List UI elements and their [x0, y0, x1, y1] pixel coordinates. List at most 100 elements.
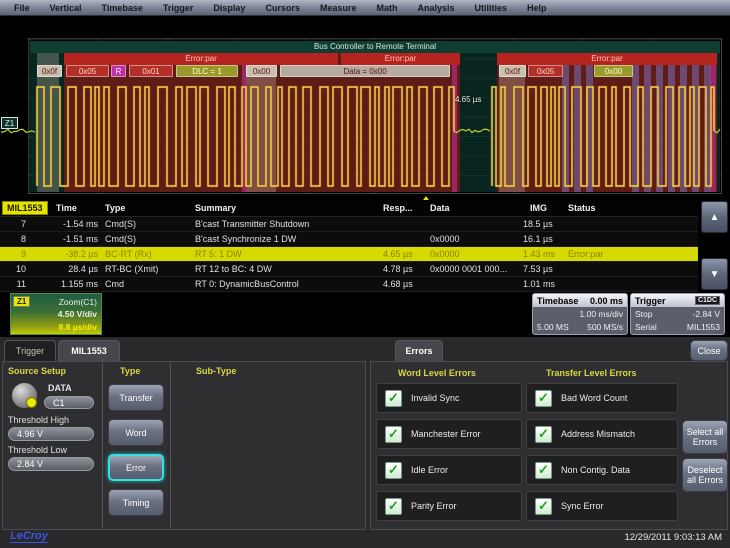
checkbox-address-mismatch[interactable]: ✓Address Mismatch	[526, 419, 678, 449]
checkbox-invalid-sync[interactable]: ✓Invalid Sync	[376, 383, 522, 413]
zoom-trace-descriptor[interactable]: Z1 Zoom(C1) 4.50 V/div 8.8 µs/div	[10, 293, 102, 335]
panel-separator-1	[102, 363, 103, 528]
oscilloscope-screen: FileVerticalTimebaseTriggerDisplayCursor…	[0, 0, 730, 548]
bit-highlight-stripe	[562, 53, 569, 192]
cell-resp: 4.68 µs	[380, 279, 427, 289]
table-row[interactable]: 8-1.51 msCmd(S)B'cast Synchronize 1 DW0x…	[0, 232, 698, 247]
checkbox-checked-icon: ✓	[385, 498, 402, 515]
cell-img: 18.5 µs	[520, 219, 565, 229]
checkbox-bad-word-count[interactable]: ✓Bad Word Count	[526, 383, 678, 413]
menu-vertical[interactable]: Vertical	[40, 3, 92, 13]
col-resp: Resp...	[380, 203, 427, 213]
menu-cursors[interactable]: Cursors	[255, 3, 310, 13]
source-setup-title: Source Setup	[8, 366, 66, 376]
col-type: Type	[102, 203, 192, 213]
bit-highlight-stripe	[656, 53, 663, 192]
col-data: Data	[427, 203, 520, 213]
type-button-transfer[interactable]: Transfer	[108, 384, 164, 411]
table-row[interactable]: 9-38.2 µsBC-RT (Rx)RT 5: 1 DW4.65 µs0x00…	[0, 247, 698, 262]
source-channel-field[interactable]: C1	[44, 396, 94, 409]
knob-indicator-icon	[26, 397, 37, 408]
scroll-down-button[interactable]: ▼	[701, 258, 728, 290]
menu-trigger[interactable]: Trigger	[153, 3, 204, 13]
cell-time: 28.4 µs	[30, 264, 102, 274]
decode-field-0x01: 0x01	[129, 65, 173, 77]
tab-trigger[interactable]: Trigger	[4, 340, 56, 361]
threshold-high-field[interactable]: 4.96 V	[8, 427, 94, 441]
checkbox-non-contig-data[interactable]: ✓Non Contig. Data	[526, 455, 678, 485]
cell-time: -1.54 ms	[30, 219, 102, 229]
menu-timebase[interactable]: Timebase	[92, 3, 153, 13]
checkbox-idle-error[interactable]: ✓Idle Error	[376, 455, 522, 485]
type-button-word[interactable]: Word	[108, 419, 164, 446]
menu-bar: FileVerticalTimebaseTriggerDisplayCursor…	[0, 0, 730, 16]
checkbox-label: Address Mismatch	[561, 429, 635, 439]
cell-img: 16.1 µs	[520, 234, 565, 244]
menu-utilities[interactable]: Utilities	[465, 3, 518, 13]
menu-measure[interactable]: Measure	[310, 3, 367, 13]
menu-help[interactable]: Help	[517, 3, 557, 13]
table-row[interactable]: 1028.4 µsRT-BC (Xmit)RT 12 to BC: 4 DW4.…	[0, 262, 698, 277]
cell-type: Cmd	[102, 279, 192, 289]
tab-errors[interactable]: Errors	[395, 340, 443, 361]
cell-resp: 4.65 µs	[380, 249, 427, 259]
bit-highlight-stripe	[632, 53, 639, 192]
checkbox-parity-error[interactable]: ✓ Parity Error	[376, 491, 522, 521]
menu-analysis[interactable]: Analysis	[407, 3, 464, 13]
transfer-errors-title: Transfer Level Errors	[546, 368, 637, 378]
panel-separator-2	[170, 363, 171, 528]
setup-dialog: TriggerMIL1553 Errors Close Source Setup…	[0, 337, 730, 548]
bit-highlight-stripe	[574, 53, 581, 192]
checkbox-manchester-error[interactable]: ✓Manchester Error	[376, 419, 522, 449]
threshold-low-label: Threshold Low	[8, 445, 67, 455]
bit-highlight-stripe	[668, 53, 675, 192]
decode-field-0x05: 0x05	[66, 65, 109, 77]
decode-field-0x05: 0x05	[528, 65, 563, 77]
timebase-title: Timebase	[537, 296, 578, 306]
cell-index: 10	[0, 264, 30, 274]
close-button[interactable]: Close	[690, 340, 728, 361]
deselect-all-errors-button[interactable]: Deselect all Errors	[682, 458, 728, 492]
table-row[interactable]: 111.155 msCmdRT 0: DynamicBusControl4.68…	[0, 277, 698, 292]
word-boundary-bar	[710, 53, 716, 192]
table-row[interactable]: 7-1.54 msCmd(S)B'cast Transmitter Shutdo…	[0, 217, 698, 232]
data-label: DATA	[48, 383, 72, 393]
threshold-low-field[interactable]: 2.84 V	[8, 457, 94, 471]
decode-field-dlc-1: DLC = 1	[176, 65, 238, 77]
col-status: Status	[565, 203, 698, 213]
type-button-timing[interactable]: Timing	[108, 489, 164, 516]
tab-mil1553[interactable]: MIL1553	[58, 340, 120, 361]
timebase-box[interactable]: Timebase 0.00 ms 1.00 ms/div 5.00 MS 500…	[532, 293, 628, 335]
menu-file[interactable]: File	[4, 3, 40, 13]
threshold-high-label: Threshold High	[8, 415, 69, 425]
scroll-up-button[interactable]: ▲	[701, 201, 728, 233]
trigger-source-badge: C1DC	[695, 296, 720, 305]
checkbox-label: Idle Error	[411, 465, 448, 475]
cell-index: 7	[0, 219, 30, 229]
cell-summary: B'cast Synchronize 1 DW	[192, 234, 380, 244]
word-errors-title: Word Level Errors	[398, 368, 476, 378]
select-all-errors-button[interactable]: Select all Errors	[682, 420, 728, 454]
cell-data: 0x0000 0001 000...	[427, 264, 520, 274]
cell-summary: RT 5: 1 DW	[192, 249, 380, 259]
checkbox-label: Bad Word Count	[561, 393, 627, 403]
checkbox-checked-icon: ✓	[385, 426, 402, 443]
menu-math[interactable]: Math	[366, 3, 407, 13]
gap-time-annotation: 4.65 µs	[455, 95, 481, 104]
trigger-serial-label: Serial	[635, 321, 657, 334]
checkbox-label: Invalid Sync	[411, 393, 460, 403]
decode-field-0x0f: 0x0f	[37, 65, 62, 77]
cell-img: 1.43 ms	[520, 249, 565, 259]
word-boundary-bar	[452, 53, 457, 192]
timebase-samples: 5.00 MS	[537, 321, 569, 334]
trigger-title: Trigger	[635, 296, 666, 306]
cell-img: 7.53 µs	[520, 264, 565, 274]
decode-field-0x00: 0x00	[594, 65, 633, 77]
checkbox-sync-error[interactable]: ✓Sync Error	[526, 491, 678, 521]
trigger-box[interactable]: Trigger C1DC Stop -2.84 V Serial MIL1553	[630, 293, 725, 335]
menu-display[interactable]: Display	[203, 3, 255, 13]
checkbox-label: Parity Error	[411, 501, 457, 511]
bit-highlight-stripe	[680, 53, 687, 192]
type-button-error[interactable]: Error	[108, 454, 164, 481]
protocol-badge[interactable]: MIL1553	[2, 201, 48, 215]
